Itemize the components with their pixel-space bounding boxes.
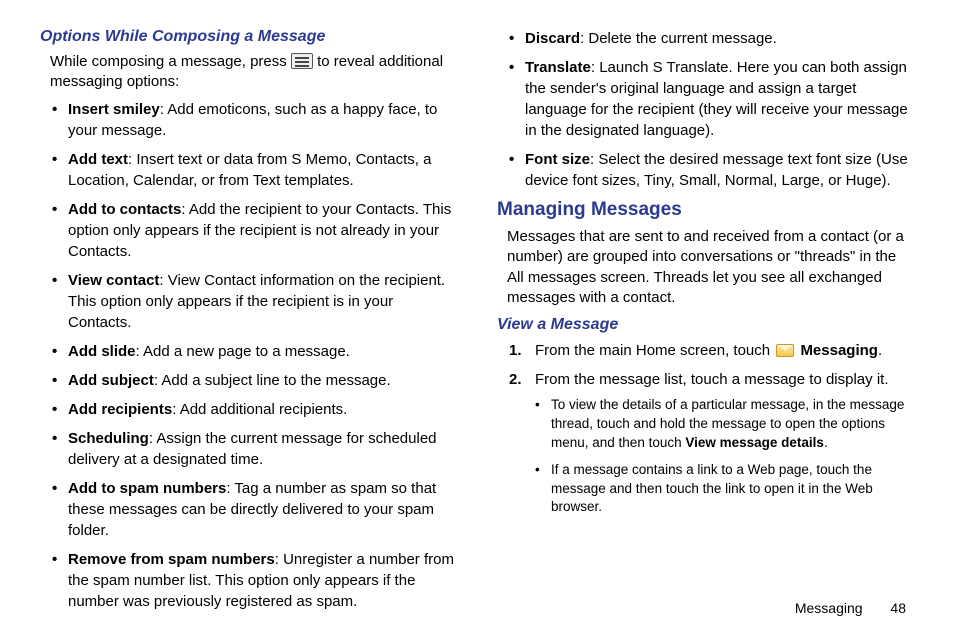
managing-intro: Messages that are sent to and received f… bbox=[507, 227, 914, 308]
list-item: Add subject: Add a subject line to the m… bbox=[50, 370, 457, 391]
options-list: Insert smiley: Add emoticons, such as a … bbox=[50, 99, 457, 612]
managing-heading: Managing Messages bbox=[497, 199, 914, 221]
step1-after: . bbox=[878, 342, 882, 359]
term: Insert smiley bbox=[68, 101, 160, 118]
list-item: Remove from spam numbers: Unregister a n… bbox=[50, 549, 457, 612]
list-item: Add to contacts: Add the recipient to yo… bbox=[50, 199, 457, 262]
term: Add subject bbox=[68, 372, 154, 389]
desc: : Add additional recipients. bbox=[172, 401, 347, 418]
desc: : Delete the current message. bbox=[580, 30, 777, 47]
sb-bold: View message details bbox=[685, 435, 824, 450]
list-item: Add text: Insert text or data from S Mem… bbox=[50, 149, 457, 191]
term: Translate bbox=[525, 59, 591, 76]
options-heading: Options While Composing a Message bbox=[40, 28, 457, 46]
options-intro: While composing a message, press to reve… bbox=[50, 52, 457, 93]
term: Add recipients bbox=[68, 401, 172, 418]
sub-bullet: If a message contains a link to a Web pa… bbox=[535, 461, 914, 518]
term: Remove from spam numbers bbox=[68, 551, 275, 568]
view-message-heading: View a Message bbox=[497, 316, 914, 334]
page-columns: Options While Composing a Message While … bbox=[40, 28, 914, 620]
menu-icon bbox=[291, 53, 313, 69]
left-column: Options While Composing a Message While … bbox=[40, 28, 457, 620]
list-item: Font size: Select the desired message te… bbox=[507, 149, 914, 191]
list-item: Add recipients: Add additional recipient… bbox=[50, 399, 457, 420]
sub-bullet: To view the details of a particular mess… bbox=[535, 396, 914, 453]
footer-section: Messaging bbox=[795, 600, 863, 616]
view-message-steps: From the main Home screen, touch Messagi… bbox=[507, 340, 914, 517]
term: Add text bbox=[68, 151, 128, 168]
step1-before: From the main Home screen, touch bbox=[535, 342, 774, 359]
sb-pre: If a message contains a link to a Web pa… bbox=[551, 462, 873, 515]
desc: : Add a subject line to the message. bbox=[154, 372, 391, 389]
sb-post: . bbox=[824, 435, 828, 450]
term: Discard bbox=[525, 30, 580, 47]
page-footer: Messaging 48 bbox=[795, 600, 906, 616]
term: Font size bbox=[525, 151, 590, 168]
intro-before: While composing a message, press bbox=[50, 53, 291, 70]
step2-sub-bullets: To view the details of a particular mess… bbox=[535, 396, 914, 517]
messaging-icon bbox=[776, 344, 794, 357]
list-item: Translate: Launch S Translate. Here you … bbox=[507, 57, 914, 141]
right-column: Discard: Delete the current message. Tra… bbox=[497, 28, 914, 620]
term: View contact bbox=[68, 272, 159, 289]
step1-bold: Messaging bbox=[800, 342, 878, 359]
list-item: Add slide: Add a new page to a message. bbox=[50, 341, 457, 362]
footer-page: 48 bbox=[890, 600, 906, 616]
list-item: Scheduling: Assign the current message f… bbox=[50, 428, 457, 470]
step2-text: From the message list, touch a message t… bbox=[535, 371, 889, 388]
term: Add slide bbox=[68, 343, 136, 360]
options-list-cont: Discard: Delete the current message. Tra… bbox=[507, 28, 914, 191]
term: Add to spam numbers bbox=[68, 480, 226, 497]
list-item: View contact: View Contact information o… bbox=[50, 270, 457, 333]
list-item: Add to spam numbers: Tag a number as spa… bbox=[50, 478, 457, 541]
step-item: From the message list, touch a message t… bbox=[507, 369, 914, 517]
list-item: Insert smiley: Add emoticons, such as a … bbox=[50, 99, 457, 141]
term: Scheduling bbox=[68, 430, 149, 447]
desc: : Add a new page to a message. bbox=[136, 343, 350, 360]
list-item: Discard: Delete the current message. bbox=[507, 28, 914, 49]
term: Add to contacts bbox=[68, 201, 181, 218]
step-item: From the main Home screen, touch Messagi… bbox=[507, 340, 914, 361]
